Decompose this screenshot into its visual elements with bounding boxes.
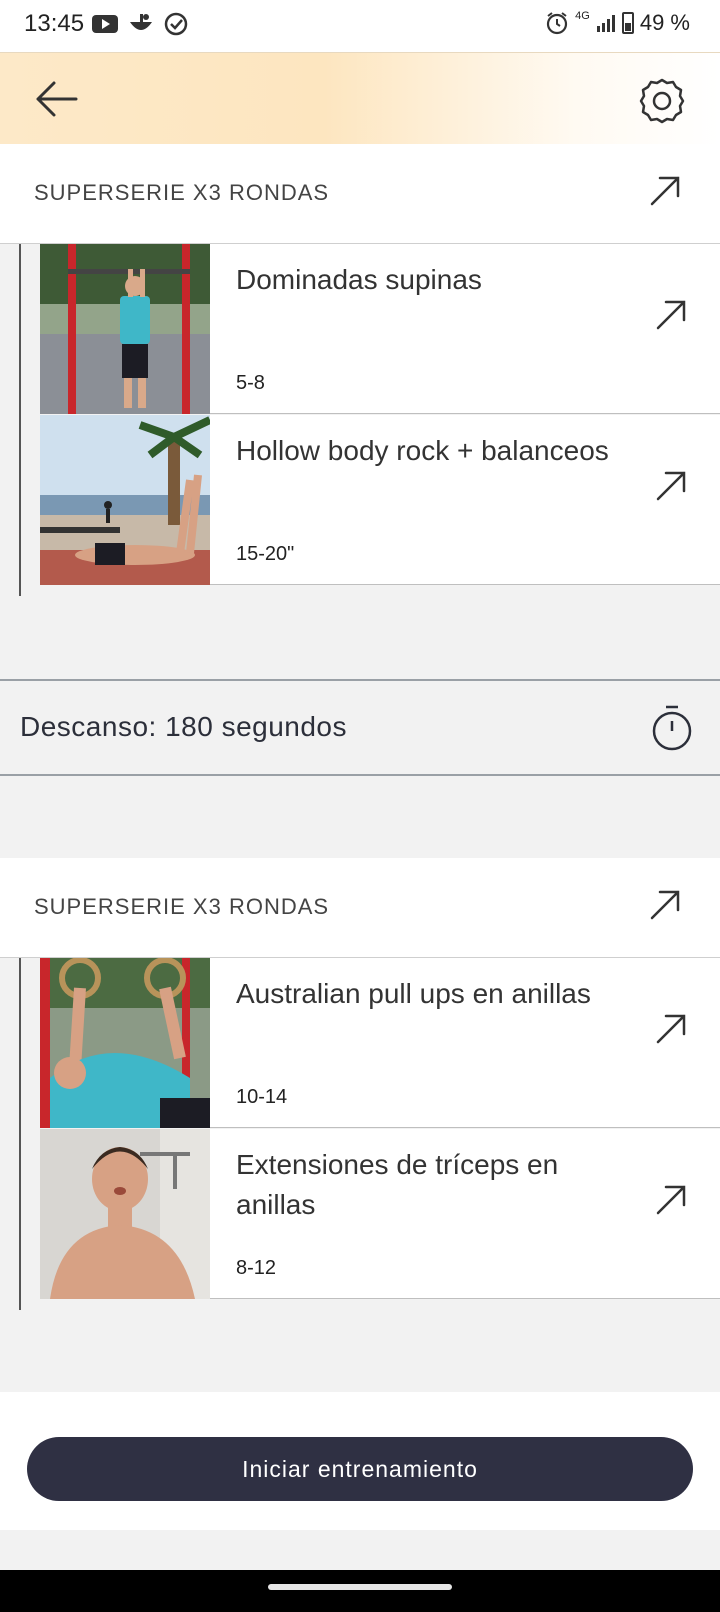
section-header-1[interactable]: SUPERSERIE X3 RONDAS (0, 144, 720, 244)
stopwatch-icon[interactable] (650, 703, 694, 753)
top-header (0, 52, 720, 144)
arrow-up-right-icon[interactable] (654, 298, 688, 332)
network-type: 4G (575, 10, 590, 22)
battery-icon (621, 12, 634, 34)
start-workout-button[interactable]: Iniciar entrenamiento (27, 1437, 693, 1501)
exercise-row[interactable]: Extensiones de tríceps en anillas 8-12 (40, 1129, 720, 1299)
exercise-name: Dominadas supinas (236, 264, 482, 295)
rest-label: Descanso: 180 segundos (20, 711, 347, 742)
status-time: 13:45 (24, 10, 85, 37)
exercise-thumbnail (40, 958, 210, 1128)
arrow-up-right-icon[interactable] (648, 174, 682, 208)
arrow-up-right-icon[interactable] (654, 1012, 688, 1046)
arrow-left-icon (36, 81, 78, 117)
exercise-name: Hollow body rock + balanceos (236, 435, 609, 466)
alarm-icon (547, 12, 568, 35)
rest-banner: Descanso: 180 segundos (0, 679, 720, 776)
exercise-thumbnail (40, 1129, 210, 1299)
exercise-row[interactable]: Hollow body rock + balanceos 15-20" (40, 415, 720, 585)
exercise-reps: 5-8 (236, 372, 265, 394)
arrow-up-right-icon[interactable] (654, 1183, 688, 1217)
battery-level: 49 % (639, 10, 690, 35)
system-nav-bar (0, 1570, 720, 1612)
check-circle-icon (164, 12, 188, 36)
exercise-thumbnail (40, 415, 210, 585)
section-title: SUPERSERIE X3 RONDAS (34, 180, 330, 205)
back-button[interactable] (34, 79, 82, 119)
section-header-2[interactable]: SUPERSERIE X3 RONDAS (0, 858, 720, 958)
chef-hat-icon (130, 14, 152, 30)
section-title: SUPERSERIE X3 RONDAS (34, 894, 330, 919)
exercise-list-2: Australian pull ups en anillas 10-14 Ext… (0, 958, 720, 1310)
bottom-action-area: Iniciar entrenamiento (0, 1392, 720, 1530)
exercise-row[interactable]: Australian pull ups en anillas 10-14 (40, 958, 720, 1128)
exercise-reps: 15-20" (236, 543, 295, 565)
group-line (19, 958, 21, 1310)
exercise-row[interactable]: Dominadas supinas 5-8 (40, 244, 720, 414)
exercise-thumbnail (40, 244, 210, 414)
exercise-name: Australian pull ups en anillas (236, 978, 591, 1009)
group-line (19, 244, 21, 596)
exercise-reps: 8-12 (236, 1257, 277, 1279)
exercise-name: Extensiones de tríceps en anillas (236, 1149, 559, 1220)
status-bar: 13:45 4G 49 % (0, 0, 720, 52)
exercise-reps: 10-14 (236, 1086, 288, 1108)
home-gesture-handle[interactable] (268, 1584, 452, 1590)
youtube-icon (92, 15, 118, 33)
arrow-up-right-icon[interactable] (654, 469, 688, 503)
settings-button[interactable] (638, 77, 686, 125)
exercise-list-1: Dominadas supinas 5-8 Hollow body rock +… (0, 244, 720, 596)
arrow-up-right-icon[interactable] (648, 888, 682, 922)
signal-icon (596, 15, 615, 32)
gear-icon (639, 78, 685, 124)
